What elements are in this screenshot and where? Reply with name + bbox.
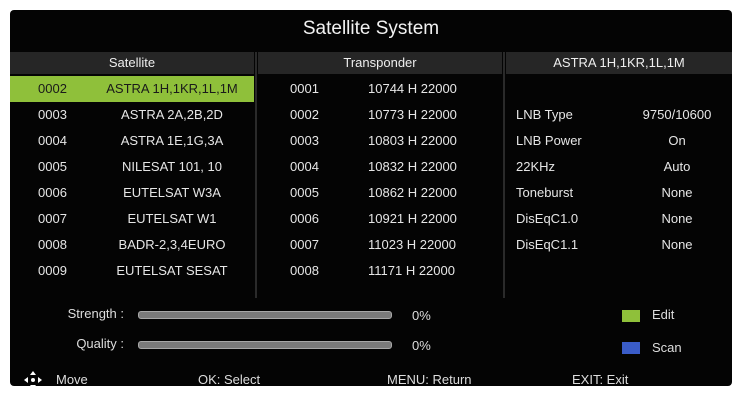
selected-satellite-header: ASTRA 1H,1KR,1L,1M <box>506 52 732 74</box>
transponder-number: 0005 <box>290 185 319 200</box>
transponder-item[interactable]: 0006 10921 H 22000 <box>258 206 502 232</box>
setting-label: DisEqC1.1 <box>516 237 579 252</box>
satellite-number: 0002 <box>38 81 67 96</box>
transponder-item[interactable]: 0004 10832 H 22000 <box>258 154 502 180</box>
satellite-item[interactable]: 0004 ASTRA 1E,1G,3A <box>10 128 254 154</box>
satellite-number: 0004 <box>38 133 67 148</box>
column-divider <box>255 52 257 298</box>
transponder-frequency: 10862 H 22000 <box>368 185 457 200</box>
setting-value: Auto <box>663 159 691 174</box>
transponder-number: 0002 <box>290 107 319 122</box>
satellite-number: 0007 <box>38 211 67 226</box>
transponder-item[interactable]: 0003 10803 H 22000 <box>258 128 502 154</box>
satellite-number: 0009 <box>38 263 67 278</box>
setting-value: None <box>661 185 693 200</box>
satellite-column-header: Satellite <box>10 52 254 74</box>
satellite-name: ASTRA 1H,1KR,1L,1M <box>106 81 238 96</box>
satellite-item[interactable]: 0009 EUTELSAT SESAT <box>10 258 254 284</box>
exit-hint: EXIT: Exit <box>572 372 629 386</box>
satellite-item[interactable]: 0007 EUTELSAT W1 <box>10 206 254 232</box>
satellite-name: EUTELSAT W3A <box>123 185 221 200</box>
transponder-frequency: 10773 H 22000 <box>368 107 457 122</box>
transponder-frequency: 11171 H 22000 <box>368 263 455 278</box>
quality-bar <box>138 341 392 349</box>
menu-hint: MENU: Return <box>387 372 472 386</box>
move-hint: Move <box>56 372 88 386</box>
satellite-name: EUTELSAT SESAT <box>116 263 228 278</box>
satellite-number: 0006 <box>38 185 67 200</box>
setting-value: None <box>661 211 693 226</box>
transponder-frequency: 10744 H 22000 <box>368 81 457 96</box>
lnb-settings-panel: LNB Type 9750/10600 LNB Power On 22KHz A… <box>506 76 732 258</box>
transponder-frequency: 11023 H 22000 <box>368 237 456 252</box>
quality-label: Quality : <box>76 336 124 351</box>
satellite-list: 0002 ASTRA 1H,1KR,1L,1M 0003 ASTRA 2A,2B… <box>10 76 254 284</box>
setting-label: LNB Power <box>516 133 582 148</box>
satellite-number: 0005 <box>38 159 67 174</box>
transponder-item[interactable]: 0008 11171 H 22000 <box>258 258 502 284</box>
transponder-item[interactable]: 0005 10862 H 22000 <box>258 180 502 206</box>
footer-hints: Move OK: Select MENU: Return EXIT: Exit <box>10 372 732 386</box>
column-divider <box>503 52 505 298</box>
setting-lnb-power[interactable]: LNB Power On <box>506 128 732 154</box>
ok-hint: OK: Select <box>198 372 261 386</box>
transponder-frequency: 10921 H 22000 <box>368 211 457 226</box>
edit-legend-label: Edit <box>652 307 675 322</box>
scan-legend-label: Scan <box>652 340 682 355</box>
transponder-frequency: 10803 H 22000 <box>368 133 457 148</box>
scan-color-key <box>622 342 640 354</box>
setting-diseqc11[interactable]: DisEqC1.1 None <box>506 232 732 258</box>
transponder-item[interactable]: 0007 11023 H 22000 <box>258 232 502 258</box>
strength-label: Strength : <box>67 306 124 321</box>
transponder-number: 0004 <box>290 159 319 174</box>
transponder-list: 0001 10744 H 22000 0002 10773 H 22000 00… <box>258 76 502 284</box>
transponder-number: 0006 <box>290 211 319 226</box>
setting-toneburst[interactable]: Toneburst None <box>506 180 732 206</box>
transponder-number: 0007 <box>290 237 319 252</box>
transponder-number: 0008 <box>290 263 319 278</box>
transponder-number: 0003 <box>290 133 319 148</box>
setting-lnb-type[interactable]: LNB Type 9750/10600 <box>506 102 732 128</box>
transponder-frequency: 10832 H 22000 <box>368 159 457 174</box>
satellite-number: 0003 <box>38 107 67 122</box>
transponder-item[interactable]: 0002 10773 H 22000 <box>258 102 502 128</box>
transponder-number: 0001 <box>290 81 319 96</box>
setting-label: DisEqC1.0 <box>516 211 579 226</box>
setting-value: On <box>668 133 686 148</box>
setting-22khz[interactable]: 22KHz Auto <box>506 154 732 180</box>
setting-label: 22KHz <box>516 159 556 174</box>
setting-value: 9750/10600 <box>642 107 712 122</box>
setting-diseqc10[interactable]: DisEqC1.0 None <box>506 206 732 232</box>
satellite-item[interactable]: 0002 ASTRA 1H,1KR,1L,1M <box>10 76 254 102</box>
satellite-name: ASTRA 1E,1G,3A <box>120 133 224 148</box>
edit-color-key <box>622 310 640 322</box>
page-title: Satellite System <box>302 18 440 39</box>
satellite-name: NILESAT 101, 10 <box>122 159 222 174</box>
satellite-name: ASTRA 2A,2B,2D <box>121 107 223 122</box>
quality-value: 0% <box>412 338 431 353</box>
satellite-item[interactable]: 0005 NILESAT 101, 10 <box>10 154 254 180</box>
strength-bar <box>138 311 392 319</box>
satellite-number: 0008 <box>38 237 67 252</box>
setting-value: None <box>661 237 693 252</box>
satellite-name: EUTELSAT W1 <box>127 211 217 226</box>
satellite-item[interactable]: 0006 EUTELSAT W3A <box>10 180 254 206</box>
transponder-item[interactable]: 0001 10744 H 22000 <box>258 76 502 102</box>
satellite-system-screen: Satellite System Satellite Transponder A… <box>10 10 732 386</box>
satellite-name: BADR-2,3,4EURO <box>118 237 226 252</box>
satellite-item[interactable]: 0008 BADR-2,3,4EURO <box>10 232 254 258</box>
strength-value: 0% <box>412 308 431 323</box>
setting-label: LNB Type <box>516 107 573 122</box>
transponder-column-header: Transponder <box>258 52 502 74</box>
satellite-item[interactable]: 0003 ASTRA 2A,2B,2D <box>10 102 254 128</box>
setting-label: Toneburst <box>516 185 574 200</box>
